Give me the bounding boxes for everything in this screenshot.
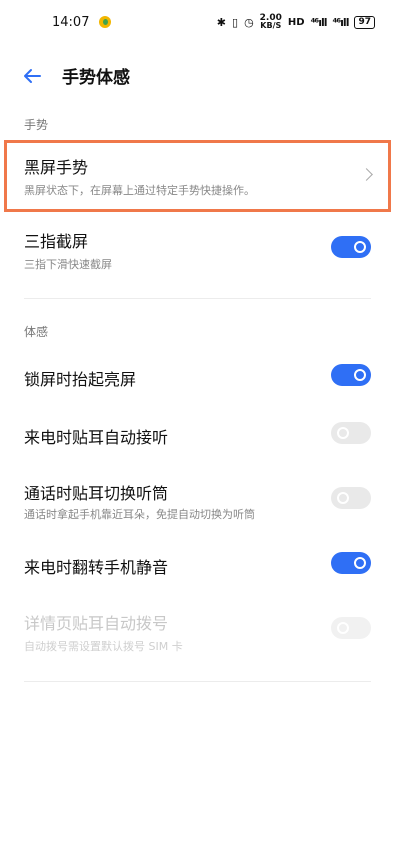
setting-row-auto-answer[interactable]: 来电时贴耳自动接听 — [0, 416, 401, 452]
back-arrow-icon[interactable] — [18, 62, 46, 90]
section-label-gestures: 手势 — [24, 118, 49, 132]
setting-row-raise-to-wake[interactable]: 锁屏时抬起亮屏 — [0, 358, 401, 394]
setting-title: 三指截屏 — [24, 232, 89, 251]
setting-title: 详情页贴耳自动拨号 — [24, 614, 169, 633]
status-time: 14:07 — [52, 14, 90, 30]
signal-icon-1: ⁴⁶ıll — [310, 15, 328, 29]
highlight-box — [4, 140, 391, 212]
setting-row-auto-dial: 详情页贴耳自动拨号 自动拨号需设置默认拨号 SIM 卡 — [0, 604, 401, 654]
toggle-switch[interactable] — [331, 364, 371, 386]
setting-title: 来电时贴耳自动接听 — [24, 428, 169, 447]
setting-title: 锁屏时抬起亮屏 — [24, 370, 137, 389]
setting-row-switch-to-earpiece[interactable]: 通话时贴耳切换听筒 通话时拿起手机靠近耳朵，免提自动切换为听筒 — [0, 474, 401, 524]
app-notification-icon — [99, 16, 112, 28]
toggle-switch[interactable] — [331, 422, 371, 444]
setting-title: 通话时贴耳切换听筒 — [24, 484, 169, 503]
setting-title: 来电时翻转手机静音 — [24, 558, 169, 577]
toggle-switch — [331, 617, 371, 639]
page-title: 手势体感 — [62, 68, 130, 88]
toggle-switch[interactable] — [331, 552, 371, 574]
bluetooth-icon: ✱ — [216, 15, 226, 29]
setting-row-three-finger-screenshot[interactable]: 三指截屏 三指下滑快速截屏 — [0, 222, 401, 282]
toggle-switch[interactable] — [331, 487, 371, 509]
header: 手势体感 — [0, 56, 401, 96]
divider — [24, 681, 371, 682]
battery-indicator: 97 — [354, 15, 375, 29]
setting-subtitle: 通话时拿起手机靠近耳朵，免提自动切换为听筒 — [24, 508, 255, 521]
setting-subtitle: 自动拨号需设置默认拨号 SIM 卡 — [24, 640, 183, 653]
network-speed: 2.00 KB/S — [259, 13, 282, 30]
signal-icon-2: ⁴⁶ıll — [332, 15, 350, 29]
section-label-motion: 体感 — [24, 325, 49, 339]
vibrate-icon: ▯ — [232, 15, 239, 29]
hd-label: HD — [287, 16, 305, 28]
status-bar: 14:07 ✱ ▯ ◷ 2.00 KB/S HD ⁴⁶ıll ⁴⁶ıll 97 — [0, 0, 401, 44]
alarm-icon: ◷ — [244, 15, 254, 29]
setting-subtitle: 三指下滑快速截屏 — [24, 258, 112, 271]
toggle-switch[interactable] — [331, 236, 371, 258]
divider — [24, 298, 371, 299]
setting-row-flip-to-mute[interactable]: 来电时翻转手机静音 — [0, 548, 401, 584]
